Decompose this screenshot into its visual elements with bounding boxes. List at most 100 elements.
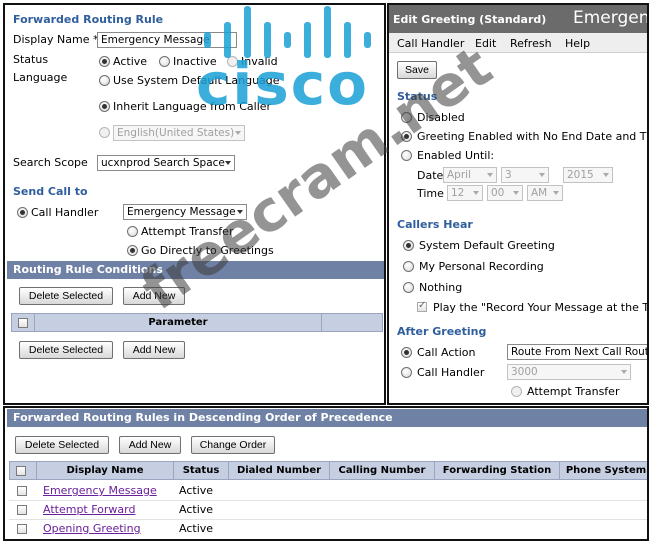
- conditions-select-all-checkbox[interactable]: [18, 318, 28, 328]
- go-directly-label: Go Directly to Greetings: [141, 244, 274, 257]
- rule-status: Active: [179, 522, 214, 535]
- call-action-select[interactable]: Route From Next Call Routing: [507, 344, 649, 360]
- play-record-message-checkbox[interactable]: [417, 300, 427, 312]
- rule-name-link[interactable]: Opening Greeting: [43, 522, 141, 535]
- rule-status: Active: [179, 484, 214, 497]
- call-handler-select[interactable]: Emergency Message: [123, 204, 247, 220]
- status-invalid-label: Invalid: [241, 55, 278, 68]
- status-active-label: Active: [113, 55, 148, 68]
- after-call-handler-radio[interactable]: [401, 367, 412, 378]
- row-checkbox[interactable]: [17, 486, 27, 496]
- date-month-value: April: [447, 169, 471, 181]
- send-call-to-title: Send Call to: [13, 185, 88, 198]
- time-hour-value: 12: [451, 187, 465, 199]
- rules-change-order-button[interactable]: Change Order: [191, 436, 275, 454]
- greeting-title: Edit Greeting (Standard): [393, 13, 547, 26]
- greeting-enabled-until-radio[interactable]: [401, 150, 412, 161]
- rules-select-all-checkbox[interactable]: [16, 466, 26, 476]
- forwarding-station-column-header: Forwarding Station: [435, 462, 560, 479]
- language-specific-value: English(United States): [117, 127, 235, 139]
- chevron-down-icon: [539, 173, 545, 177]
- dialed-number-column-header: Dialed Number: [229, 462, 330, 479]
- after-attempt-transfer-label: Attempt Transfer: [527, 385, 620, 398]
- menu-call-handler[interactable]: Call Handler: [397, 37, 464, 50]
- language-system-default-radio[interactable]: [99, 75, 110, 86]
- rule-status: Active: [179, 503, 214, 516]
- row-checkbox[interactable]: [17, 524, 27, 534]
- routing-rule-title: Forwarded Routing Rule: [13, 13, 164, 26]
- routing-rules-list-panel: Forwarded Routing Rules in Descending Or…: [3, 406, 649, 541]
- system-default-greeting-label: System Default Greeting: [419, 239, 555, 252]
- call-action-value: Route From Next Call Routing: [511, 346, 649, 358]
- conditions-add-new-button-bottom[interactable]: Add New: [123, 341, 185, 359]
- status-inactive-radio[interactable]: [159, 56, 170, 67]
- display-name-label: Display Name *: [13, 33, 99, 46]
- search-scope-label: Search Scope: [13, 156, 88, 169]
- call-handler-value: Emergency Message: [127, 206, 236, 218]
- routing-rule-panel: Forwarded Routing Rule Display Name * Em…: [3, 3, 386, 405]
- status-inactive-label: Inactive: [173, 55, 217, 68]
- attempt-transfer-radio[interactable]: [127, 226, 138, 237]
- rules-add-new-button[interactable]: Add New: [119, 436, 181, 454]
- date-day-select: 3: [501, 167, 549, 183]
- chevron-down-icon: [513, 191, 519, 195]
- after-call-handler-label: Call Handler: [417, 366, 485, 379]
- status-label: Status: [13, 53, 49, 66]
- language-inherit-radio[interactable]: [99, 101, 110, 112]
- rules-delete-selected-button[interactable]: Delete Selected: [15, 436, 109, 454]
- personal-recording-radio[interactable]: [403, 261, 414, 272]
- nothing-label: Nothing: [419, 281, 463, 294]
- after-attempt-transfer-radio: [511, 386, 522, 397]
- greeting-enabled-until-label: Enabled Until:: [417, 149, 495, 162]
- greeting-status-title: Status: [397, 90, 438, 103]
- after-call-handler-value: 3000: [511, 366, 538, 378]
- conditions-add-new-button[interactable]: Add New: [123, 287, 185, 305]
- call-action-label: Call Action: [417, 346, 476, 359]
- edit-greeting-panel: Edit Greeting (Standard) Emergenc Call H…: [387, 3, 649, 405]
- row-checkbox[interactable]: [17, 505, 27, 515]
- chevron-down-icon: [235, 131, 241, 135]
- search-scope-value: ucxnprod Search Space: [101, 157, 225, 169]
- greeting-menu-bar: Call Handler Edit Refresh Help: [389, 33, 647, 53]
- send-to-call-handler-radio[interactable]: [17, 207, 28, 218]
- chevron-down-icon: [225, 161, 231, 165]
- greeting-enabled-label: Greeting Enabled with No End Date and Ti…: [417, 130, 649, 143]
- time-ampm-value: AM: [531, 187, 548, 199]
- play-record-message-label: Play the "Record Your Message at the Ton…: [433, 301, 649, 314]
- chevron-down-icon: [473, 191, 479, 195]
- table-row: Emergency Message Active: [9, 482, 647, 501]
- rule-name-link[interactable]: Attempt Forward: [43, 503, 135, 516]
- date-label: Date: [417, 169, 444, 182]
- menu-edit[interactable]: Edit: [475, 37, 496, 50]
- call-action-radio[interactable]: [401, 347, 412, 358]
- greeting-title-bar: Edit Greeting (Standard) Emergenc: [389, 5, 649, 33]
- status-active-radio[interactable]: [99, 56, 110, 67]
- conditions-table-header: Parameter: [11, 313, 383, 332]
- greeting-disabled-radio[interactable]: [401, 112, 412, 123]
- display-name-input[interactable]: Emergency Message: [97, 32, 237, 48]
- conditions-delete-selected-button-bottom[interactable]: Delete Selected: [19, 341, 113, 359]
- greeting-disabled-label: Disabled: [417, 111, 465, 124]
- menu-help[interactable]: Help: [565, 37, 590, 50]
- status-invalid-radio: [227, 56, 238, 67]
- nothing-radio[interactable]: [403, 282, 414, 293]
- calling-number-column-header: Calling Number: [330, 462, 435, 479]
- go-directly-radio[interactable]: [127, 245, 138, 256]
- greeting-enabled-radio[interactable]: [401, 131, 412, 142]
- conditions-delete-selected-button[interactable]: Delete Selected: [19, 287, 113, 305]
- time-hour-select: 12: [447, 185, 483, 201]
- chevron-down-icon: [621, 370, 627, 374]
- time-minute-value: 00: [491, 187, 505, 199]
- system-default-greeting-radio[interactable]: [403, 240, 414, 251]
- date-year-select: 2015: [563, 167, 613, 183]
- greeting-title-right: Emergenc: [573, 8, 649, 28]
- search-scope-select[interactable]: ucxnprod Search Space: [97, 155, 235, 171]
- menu-refresh[interactable]: Refresh: [510, 37, 552, 50]
- status-column-header: Status: [174, 462, 229, 479]
- language-inherit-label: Inherit Language from Caller: [113, 100, 272, 113]
- time-minute-select: 00: [487, 185, 523, 201]
- rule-name-link[interactable]: Emergency Message: [43, 484, 157, 497]
- attempt-transfer-label: Attempt Transfer: [141, 225, 234, 238]
- language-specific-radio: [99, 127, 110, 138]
- save-button[interactable]: Save: [397, 61, 437, 79]
